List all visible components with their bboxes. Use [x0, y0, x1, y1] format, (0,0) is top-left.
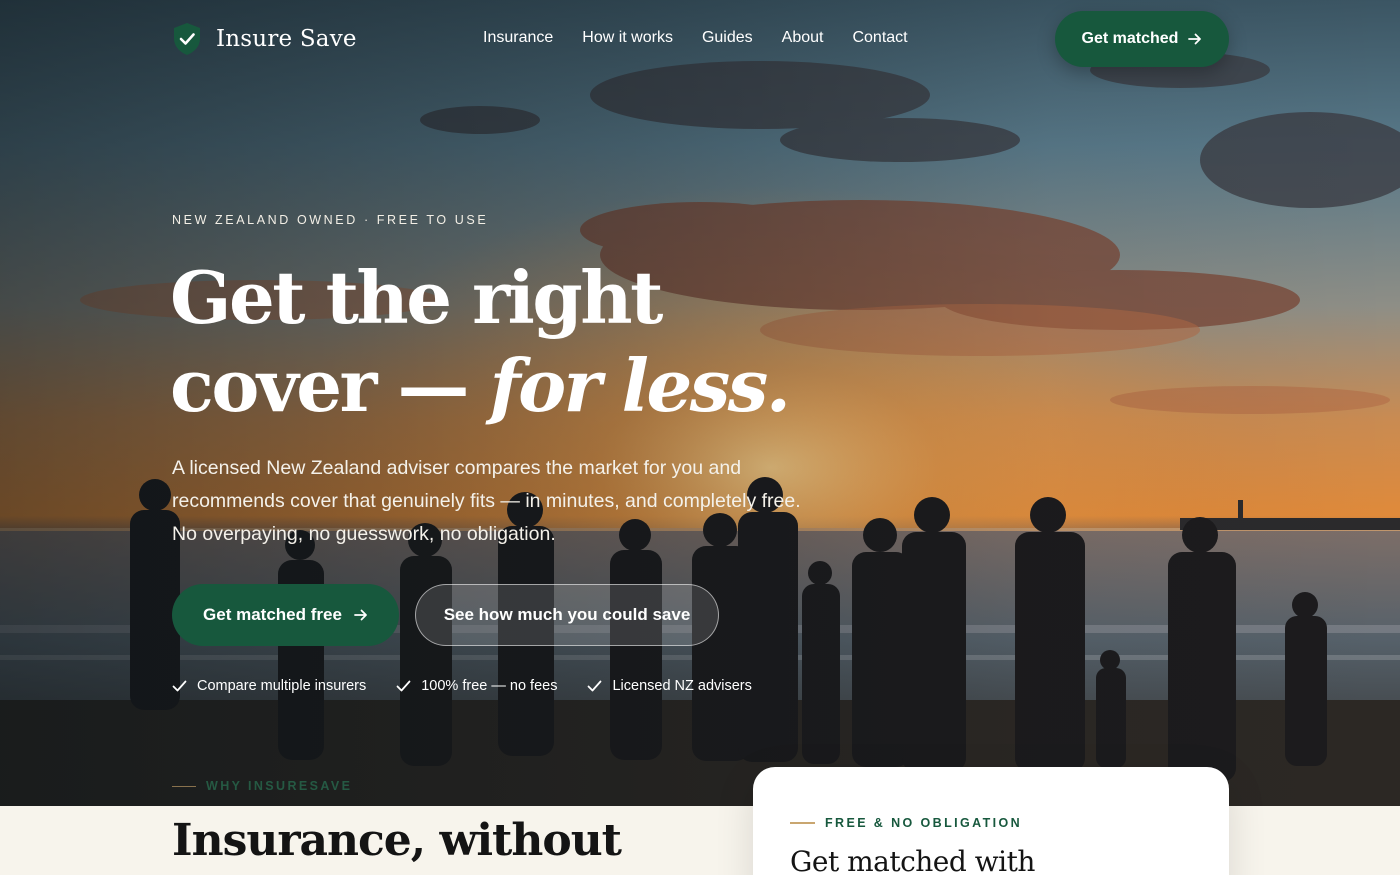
check-item: 100% free — no fees	[396, 678, 557, 694]
get-matched-label: Get matched	[1081, 30, 1179, 47]
checkmark-icon	[588, 680, 602, 692]
arrow-right-icon	[354, 609, 367, 621]
card-eyebrow: FREE & NO OBLIGATION	[790, 816, 1022, 830]
check-label: 100% free — no fees	[421, 678, 558, 694]
eyebrow-rule	[172, 785, 196, 787]
checkmark-icon	[396, 680, 411, 692]
top-navigation: Insure Save Insurance How it works Guide…	[0, 0, 1400, 78]
why-eyebrow-label: WHY INSURESAVE	[206, 779, 353, 793]
nav-link-insurance[interactable]: Insurance	[483, 29, 553, 47]
headline-italic: for less.	[489, 343, 791, 428]
nav-link-about[interactable]: About	[782, 29, 824, 47]
main-menu: Insurance How it works Guides About Cont…	[483, 29, 908, 47]
card-title: Get matched with	[790, 845, 1035, 875]
hero-headline: Get the right cover — for less.	[170, 254, 791, 430]
hero-eyebrow: NEW ZEALAND OWNED · FREE TO USE	[172, 213, 489, 227]
check-item: Licensed NZ advisers	[587, 678, 752, 694]
primary-cta-label: Get matched free	[203, 605, 342, 624]
card-eyebrow-label: FREE & NO OBLIGATION	[825, 816, 1023, 830]
checkmark-icon	[172, 680, 187, 692]
nav-link-how-it-works[interactable]: How it works	[582, 29, 673, 47]
check-item: Compare multiple insurers	[172, 678, 366, 694]
headline-line-1: Get the right	[170, 255, 663, 340]
headline-plain: cover —	[170, 343, 470, 428]
arrow-right-icon	[1188, 33, 1202, 45]
get-matched-free-button[interactable]: Get matched free	[172, 584, 399, 646]
trust-checks: Compare multiple insurers 100% free — no…	[172, 678, 752, 694]
match-form-card: FREE & NO OBLIGATION Get matched with	[753, 767, 1229, 875]
headline-line-2: cover — for less.	[170, 342, 791, 430]
hero-lead-text: A licensed New Zealand adviser compares …	[172, 457, 801, 545]
card-eyebrow-rule	[790, 822, 815, 824]
see-savings-button[interactable]: See how much you could save	[415, 584, 719, 646]
get-matched-button[interactable]: Get matched	[1055, 11, 1229, 67]
secondary-cta-label: See how much you could save	[443, 605, 691, 624]
nav-link-guides[interactable]: Guides	[702, 29, 753, 47]
why-eyebrow: WHY INSURESAVE	[172, 779, 352, 793]
check-label: Compare multiple insurers	[197, 678, 367, 694]
why-section-title: Insurance, without	[172, 815, 622, 866]
brand-name: Insure Save	[216, 26, 357, 52]
brand-logo[interactable]: Insure Save	[172, 22, 357, 56]
nav-link-contact[interactable]: Contact	[852, 29, 907, 47]
shield-check-icon	[174, 23, 200, 55]
check-label: Licensed NZ advisers	[612, 678, 752, 694]
